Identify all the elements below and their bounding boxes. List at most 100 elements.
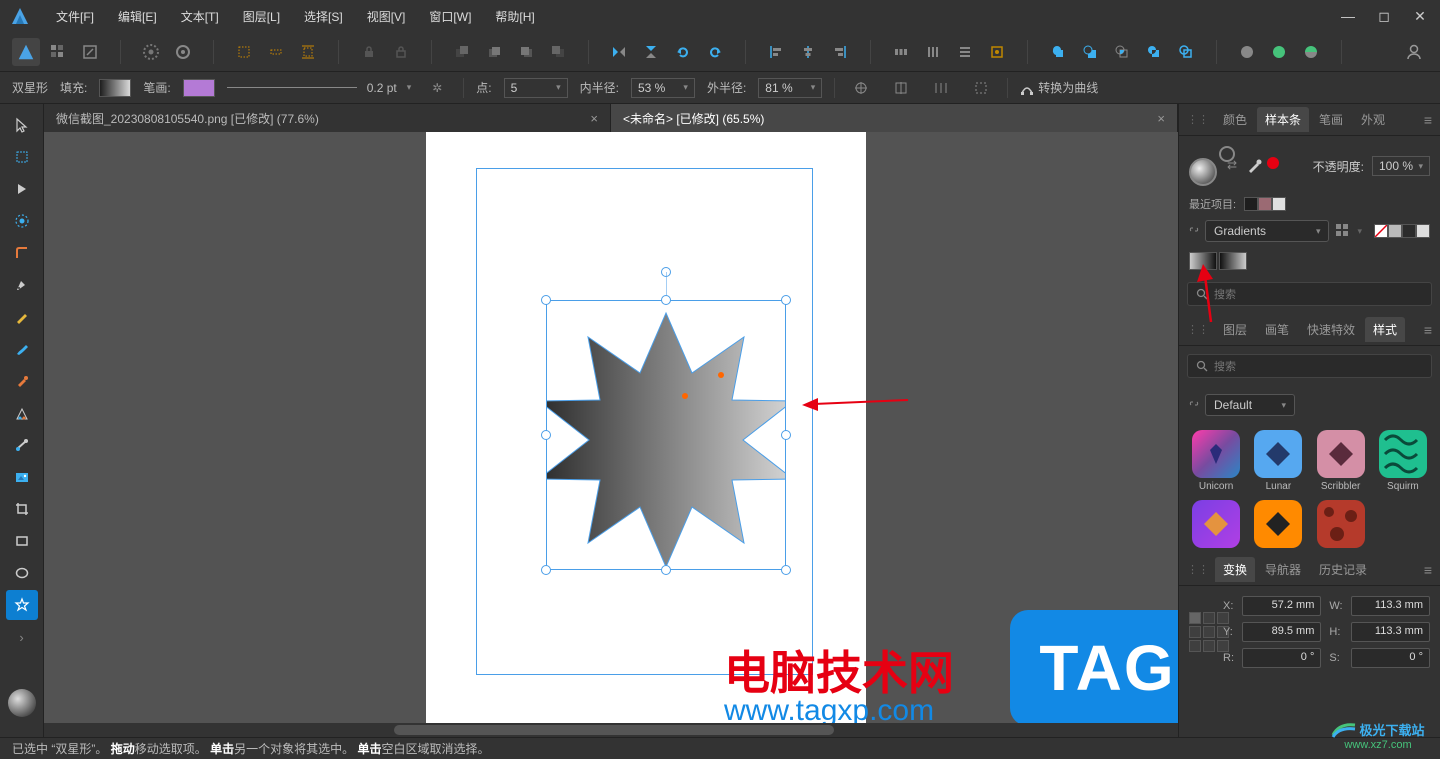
style-preset-select[interactable]: Default <box>1205 394 1295 416</box>
persona-pixel-icon[interactable] <box>44 38 72 66</box>
menu-text[interactable]: 文本[T] <box>169 2 231 31</box>
inner-radius-select[interactable]: 53 % <box>631 78 695 98</box>
more-tools-icon[interactable]: › <box>6 622 38 652</box>
none-swatch-icon[interactable] <box>1374 224 1388 238</box>
bool-xor-icon[interactable] <box>1140 38 1168 66</box>
tab-close-icon[interactable]: × <box>1157 111 1165 126</box>
panel-grip-icon[interactable]: ⋮⋮ <box>1187 563 1209 576</box>
stroke-preview-icon[interactable] <box>227 87 357 88</box>
ellipse-tool-icon[interactable] <box>6 558 38 588</box>
picker-target-icon[interactable] <box>1267 157 1279 169</box>
stroke-swatch[interactable] <box>183 79 215 97</box>
panel-grip-icon[interactable]: ⋮⋮ <box>1187 113 1209 126</box>
tab-transform[interactable]: 变换 <box>1215 557 1255 582</box>
artboard-tool-icon[interactable] <box>6 142 38 172</box>
snap-icon[interactable] <box>230 38 258 66</box>
gear-icon[interactable]: ✲ <box>423 74 451 102</box>
account-icon[interactable] <box>1400 38 1428 66</box>
x-input[interactable]: 57.2 mm <box>1242 596 1321 616</box>
menu-edit[interactable]: 编辑[E] <box>106 2 169 31</box>
place-image-tool-icon[interactable] <box>6 462 38 492</box>
flip-v-icon[interactable] <box>637 38 665 66</box>
pencil-tool-icon[interactable] <box>6 302 38 332</box>
bool-intersect-icon[interactable] <box>1108 38 1136 66</box>
lock-children-icon[interactable] <box>355 38 383 66</box>
force-pixel-icon[interactable] <box>262 38 290 66</box>
menu-window[interactable]: 窗口[W] <box>417 2 483 31</box>
pen-tool-icon[interactable] <box>6 270 38 300</box>
tab-close-icon[interactable]: × <box>590 111 598 126</box>
selection-handle[interactable] <box>661 295 671 305</box>
recent-swatch[interactable] <box>1244 197 1258 211</box>
noswatch[interactable] <box>1402 224 1416 238</box>
corner-tool-icon[interactable] <box>6 238 38 268</box>
recent-swatch[interactable] <box>1272 197 1286 211</box>
color-picker-eyedropper-icon[interactable] <box>1245 157 1263 175</box>
swatch-search-input[interactable]: 搜索 <box>1187 282 1432 306</box>
tab-appearance[interactable]: 外观 <box>1353 107 1393 132</box>
order-front-icon[interactable] <box>544 38 572 66</box>
bool-divide-icon[interactable] <box>1172 38 1200 66</box>
align-right-icon[interactable] <box>826 38 854 66</box>
sync-defaults-icon[interactable] <box>169 38 197 66</box>
snap-options-icon[interactable] <box>294 38 322 66</box>
insert-behind-icon[interactable] <box>1297 38 1325 66</box>
style-extra-2[interactable] <box>1251 500 1305 548</box>
doc-tab-2[interactable]: <未命名> [已修改] (65.5%) × <box>611 104 1178 132</box>
rotate-ccw-icon[interactable] <box>669 38 697 66</box>
recent-swatch[interactable] <box>1258 197 1272 211</box>
menu-layer[interactable]: 图层[L] <box>231 2 292 31</box>
r-input[interactable]: 0 ° <box>1242 648 1321 668</box>
fill-tool-icon[interactable] <box>6 398 38 428</box>
swatch-grid-view-icon[interactable] <box>1335 223 1351 239</box>
style-extra-1[interactable] <box>1189 500 1243 548</box>
panel-menu-icon[interactable]: ≡ <box>1424 322 1432 338</box>
tab-brushes[interactable]: 画笔 <box>1257 317 1297 342</box>
gradient-swatch[interactable] <box>1189 252 1217 270</box>
tab-swatches[interactable]: 样本条 <box>1257 107 1309 132</box>
tab-history[interactable]: 历史记录 <box>1311 557 1375 582</box>
brush-tool-icon[interactable] <box>6 334 38 364</box>
points-select[interactable]: 5 <box>504 78 568 98</box>
align-center-h-icon[interactable] <box>794 38 822 66</box>
scrollbar-horizontal[interactable] <box>44 723 1178 737</box>
styles-search-input[interactable]: 搜索 <box>1187 354 1432 378</box>
node-tool-icon[interactable] <box>6 174 38 204</box>
align-options-icon[interactable] <box>983 38 1011 66</box>
scrollbar-thumb[interactable] <box>394 725 834 735</box>
bool-add-icon[interactable] <box>1044 38 1072 66</box>
align-left-icon[interactable] <box>762 38 790 66</box>
close-window-icon[interactable]: ✕ <box>1404 2 1436 30</box>
tab-color[interactable]: 颜色 <box>1215 107 1255 132</box>
selection-handle[interactable] <box>661 565 671 575</box>
noswatch[interactable] <box>1416 224 1430 238</box>
selection-handle[interactable] <box>541 565 551 575</box>
panel-menu-icon[interactable]: ≡ <box>1424 112 1432 128</box>
opacity-select[interactable]: 100 % <box>1372 156 1430 176</box>
menu-view[interactable]: 视图[V] <box>355 2 418 31</box>
style-lunar[interactable]: Lunar <box>1251 430 1305 492</box>
noswatch[interactable] <box>1388 224 1402 238</box>
tab-layers[interactable]: 图层 <box>1215 317 1255 342</box>
rectangle-tool-icon[interactable] <box>6 526 38 556</box>
h-input[interactable]: 113.3 mm <box>1351 622 1430 642</box>
fill-stroke-selector[interactable]: ⇄ <box>1189 146 1237 186</box>
tab-styles[interactable]: 样式 <box>1365 317 1405 342</box>
gradient-swatch[interactable] <box>1219 252 1247 270</box>
insert-inside-icon[interactable] <box>1265 38 1293 66</box>
w-input[interactable]: 113.3 mm <box>1351 596 1430 616</box>
eyedropper-tool-icon[interactable] <box>6 366 38 396</box>
align-handles-4-icon[interactable] <box>967 74 995 102</box>
persona-designer-icon[interactable] <box>12 38 40 66</box>
align-handles-3-icon[interactable] <box>927 74 955 102</box>
hide-children-icon[interactable] <box>387 38 415 66</box>
swap-icon[interactable]: ⇄ <box>1227 158 1237 172</box>
move-tool-icon[interactable] <box>6 110 38 140</box>
tab-stroke[interactable]: 笔画 <box>1311 107 1351 132</box>
space-h-icon[interactable] <box>951 38 979 66</box>
style-scribbler[interactable]: Scribbler <box>1314 430 1368 492</box>
fill-swatch[interactable] <box>99 79 131 97</box>
style-unicorn[interactable]: Unicorn <box>1189 430 1243 492</box>
menu-file[interactable]: 文件[F] <box>44 2 106 31</box>
star-tool-icon[interactable] <box>6 590 38 620</box>
